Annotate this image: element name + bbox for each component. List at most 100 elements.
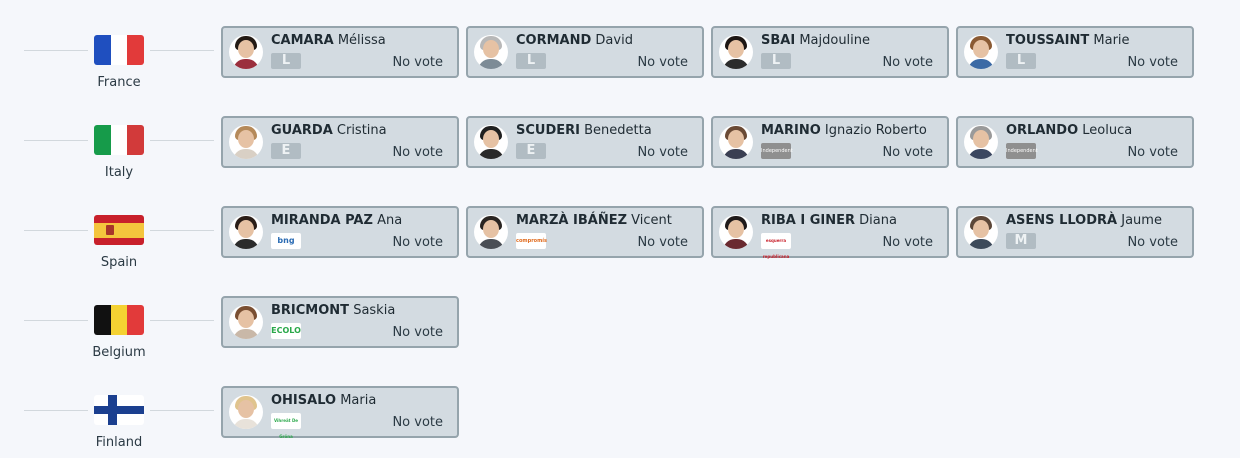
flag-icon (94, 125, 144, 155)
country-name: Italy (104, 165, 134, 180)
member-photo (229, 215, 263, 249)
member-card[interactable]: BRICMONT Saskia ECOLO No vote (221, 296, 459, 348)
country-group: France (24, 26, 214, 90)
member-surname: GUARDA (271, 123, 333, 138)
country-group: Belgium (24, 296, 214, 360)
member-surname: ORLANDO (1006, 123, 1079, 138)
member-photo (229, 125, 263, 159)
member-card[interactable]: CORMAND David L No vote (466, 26, 704, 78)
member-photo (964, 215, 998, 249)
member-given-name: Jaume (1121, 213, 1162, 228)
vote-status: No vote (637, 145, 688, 160)
member-card[interactable]: MARINO Ignazio Roberto Independent No vote (711, 116, 949, 168)
member-card[interactable]: MARZÀ IBÁÑEZ Vicent compromís No vote (466, 206, 704, 258)
member-photo (474, 125, 508, 159)
party-badge: L (516, 53, 546, 69)
flag-icon (94, 305, 144, 335)
member-name: MARZÀ IBÁÑEZ Vicent (516, 213, 672, 228)
member-surname: BRICMONT (271, 303, 350, 318)
member-surname: MARINO (761, 123, 821, 138)
divider (150, 140, 214, 141)
member-name: OHISALO Maria (271, 393, 376, 408)
divider (24, 50, 88, 51)
country-row: Spain MIRANDA PAZ Ana bng No vote MARZÀ IBÁÑ… (0, 206, 1240, 270)
vote-status: No vote (1127, 145, 1178, 160)
member-given-name: Ignazio Roberto (824, 123, 927, 138)
member-name: SBAI Majdouline (761, 33, 870, 48)
member-surname: OHISALO (271, 393, 337, 408)
vote-status: No vote (637, 55, 688, 70)
member-name: CORMAND David (516, 33, 633, 48)
member-card[interactable]: MIRANDA PAZ Ana bng No vote (221, 206, 459, 258)
country-group: Spain (24, 206, 214, 270)
country-name: Finland (95, 435, 143, 450)
party-badge: L (271, 53, 301, 69)
member-photo (474, 35, 508, 69)
party-badge: Vihreät De Gröna (271, 413, 301, 439)
divider (24, 320, 88, 321)
member-photo (964, 35, 998, 69)
vote-status: No vote (1127, 55, 1178, 70)
member-given-name: Saskia (353, 303, 396, 318)
country-row: France CAMARA Mélissa L No vote CORMAND Davi… (0, 26, 1240, 90)
party-badge: compromís (516, 233, 547, 249)
member-photo (719, 215, 753, 249)
member-name: ORLANDO Leoluca (1006, 123, 1132, 138)
member-card[interactable]: CAMARA Mélissa L No vote (221, 26, 459, 78)
vote-status: No vote (392, 235, 443, 250)
party-badge: Independent (761, 143, 793, 159)
country-group: Finland (24, 386, 214, 450)
member-card[interactable]: ORLANDO Leoluca Independent No vote (956, 116, 1194, 168)
member-surname: TOUSSAINT (1006, 33, 1090, 48)
member-given-name: Majdouline (799, 33, 871, 48)
member-card[interactable]: RIBA I GINER Diana esquerra republicana No… (711, 206, 949, 259)
party-badge: ECOLO (271, 323, 301, 339)
member-name: SCUDERI Benedetta (516, 123, 652, 138)
member-card[interactable]: GUARDA Cristina E No vote (221, 116, 459, 168)
divider (150, 50, 214, 51)
member-given-name: Mélissa (337, 33, 386, 48)
country-row: Italy GUARDA Cristina E No vote SCUDERI Bene… (0, 116, 1240, 180)
party-badge: esquerra republicana (761, 233, 791, 259)
country-group: Italy (24, 116, 214, 180)
country-name: Spain (100, 255, 138, 270)
vote-status: No vote (882, 145, 933, 160)
member-surname: MARZÀ IBÁÑEZ (516, 213, 628, 228)
member-given-name: Cristina (336, 123, 387, 138)
vote-status: No vote (392, 325, 443, 340)
member-photo (719, 35, 753, 69)
member-surname: ASENS LLODRÀ (1006, 213, 1118, 228)
member-card[interactable]: TOUSSAINT Marie L No vote (956, 26, 1194, 78)
divider (24, 410, 88, 411)
country-name: France (97, 75, 141, 90)
member-surname: CORMAND (516, 33, 592, 48)
member-name: MARINO Ignazio Roberto (761, 123, 927, 138)
member-name: RIBA I GINER Diana (761, 213, 897, 228)
divider (150, 320, 214, 321)
vote-status: No vote (882, 55, 933, 70)
member-photo (964, 125, 998, 159)
member-given-name: Benedetta (584, 123, 652, 138)
party-badge: Independent (1006, 143, 1038, 159)
member-name: BRICMONT Saskia (271, 303, 395, 318)
member-card[interactable]: SCUDERI Benedetta E No vote (466, 116, 704, 168)
member-surname: MIRANDA PAZ (271, 213, 373, 228)
member-given-name: Vicent (631, 213, 672, 228)
member-card[interactable]: SBAI Majdouline L No vote (711, 26, 949, 78)
member-photo (474, 215, 508, 249)
party-badge: L (1006, 53, 1036, 69)
country-row: Belgium BRICMONT Saskia ECOLO No vote (0, 296, 1240, 360)
member-given-name: Ana (377, 213, 403, 228)
member-name: CAMARA Mélissa (271, 33, 386, 48)
member-card[interactable]: ASENS LLODRÀ Jaume M No vote (956, 206, 1194, 258)
country-name: Belgium (92, 345, 146, 360)
vote-status: No vote (392, 55, 443, 70)
member-given-name: Maria (340, 393, 377, 408)
country-row: Finland OHISALO Maria Vihreät De Gröna No v… (0, 386, 1240, 450)
member-photo (229, 395, 263, 429)
member-card[interactable]: OHISALO Maria Vihreät De Gröna No vote (221, 386, 459, 439)
divider (150, 410, 214, 411)
party-badge: L (761, 53, 791, 69)
member-surname: RIBA I GINER (761, 213, 855, 228)
party-badge: E (271, 143, 301, 159)
